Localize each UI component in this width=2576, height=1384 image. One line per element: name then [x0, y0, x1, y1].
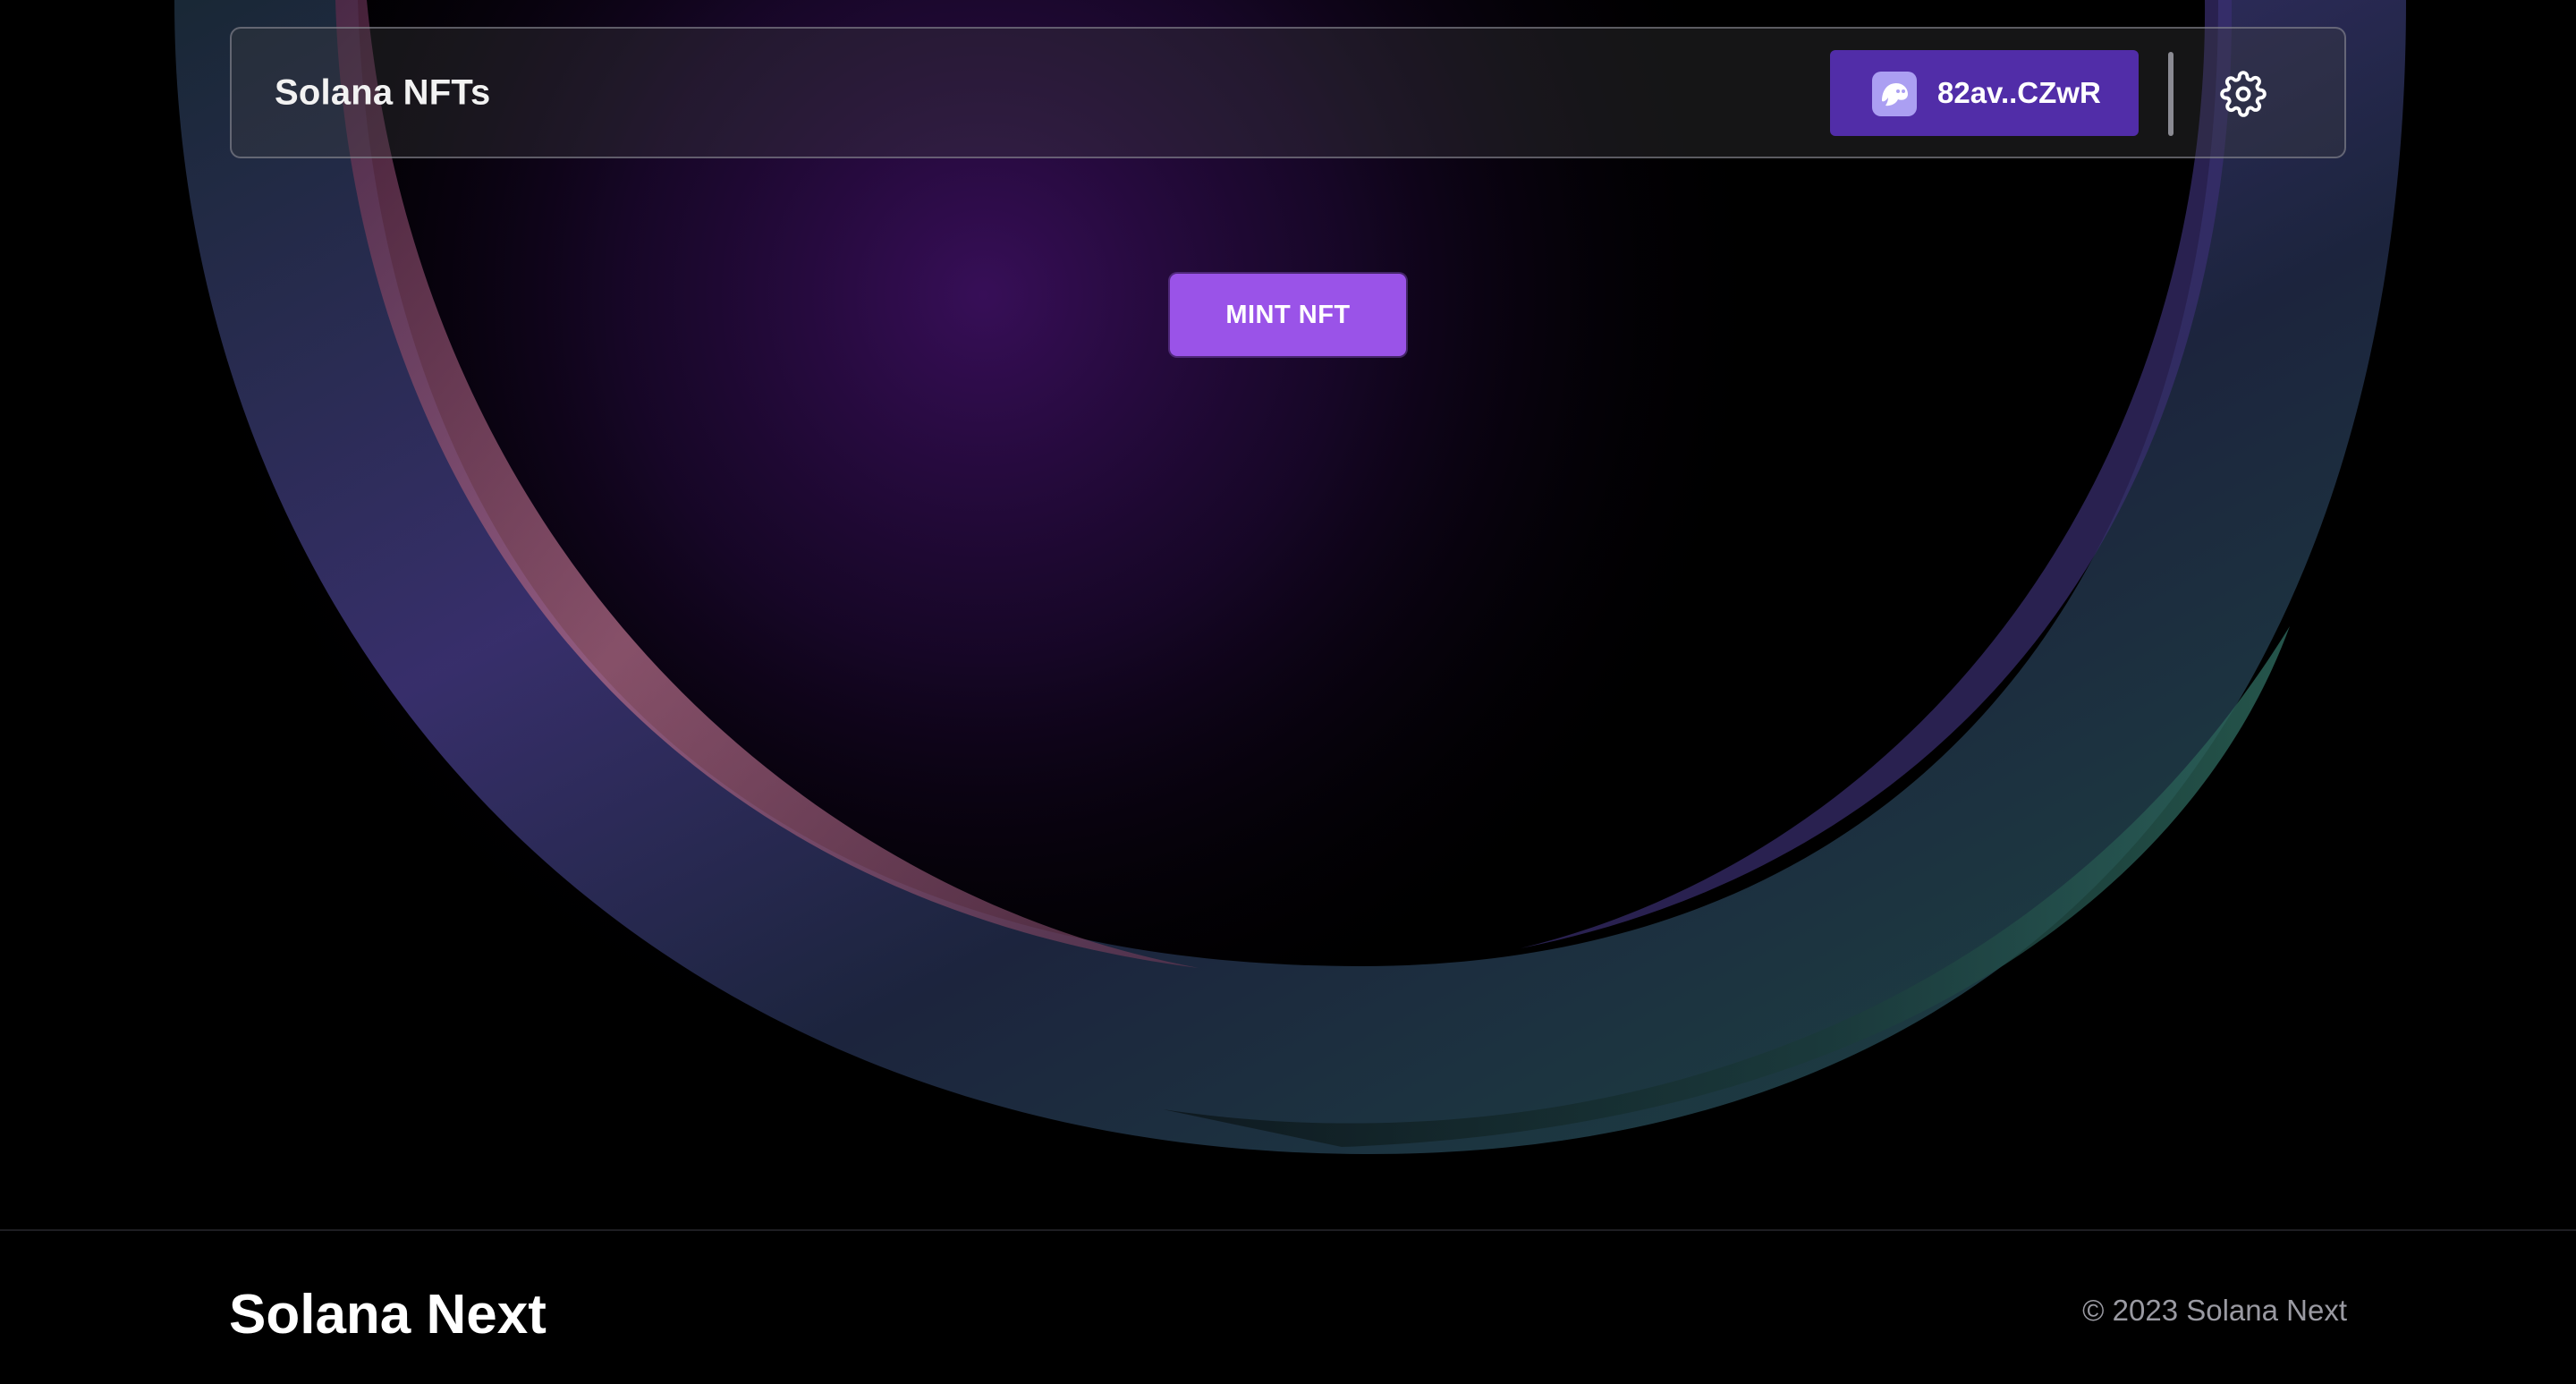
- wallet-button[interactable]: 82av..CZwR: [1830, 50, 2139, 136]
- settings-button[interactable]: [2216, 67, 2270, 121]
- page: Solana NFTs 82av..CZwR MINT NFT Solana N…: [0, 0, 2576, 1384]
- mint-nft-button[interactable]: MINT NFT: [1170, 274, 1406, 356]
- footer-copyright: © 2023 Solana Next: [2082, 1294, 2347, 1327]
- app-title: Solana NFTs: [275, 72, 491, 112]
- gear-icon: [2220, 71, 2267, 117]
- background-ring-art: [0, 0, 2576, 1230]
- navbar: Solana NFTs 82av..CZwR: [230, 27, 2346, 158]
- wallet-address: 82av..CZwR: [1937, 76, 2101, 109]
- footer-brand: Solana Next: [229, 1284, 547, 1346]
- footer: Solana Next © 2023 Solana Next: [0, 1229, 2576, 1384]
- navbar-divider: [2168, 52, 2174, 136]
- phantom-ghost-icon: [1872, 72, 1917, 116]
